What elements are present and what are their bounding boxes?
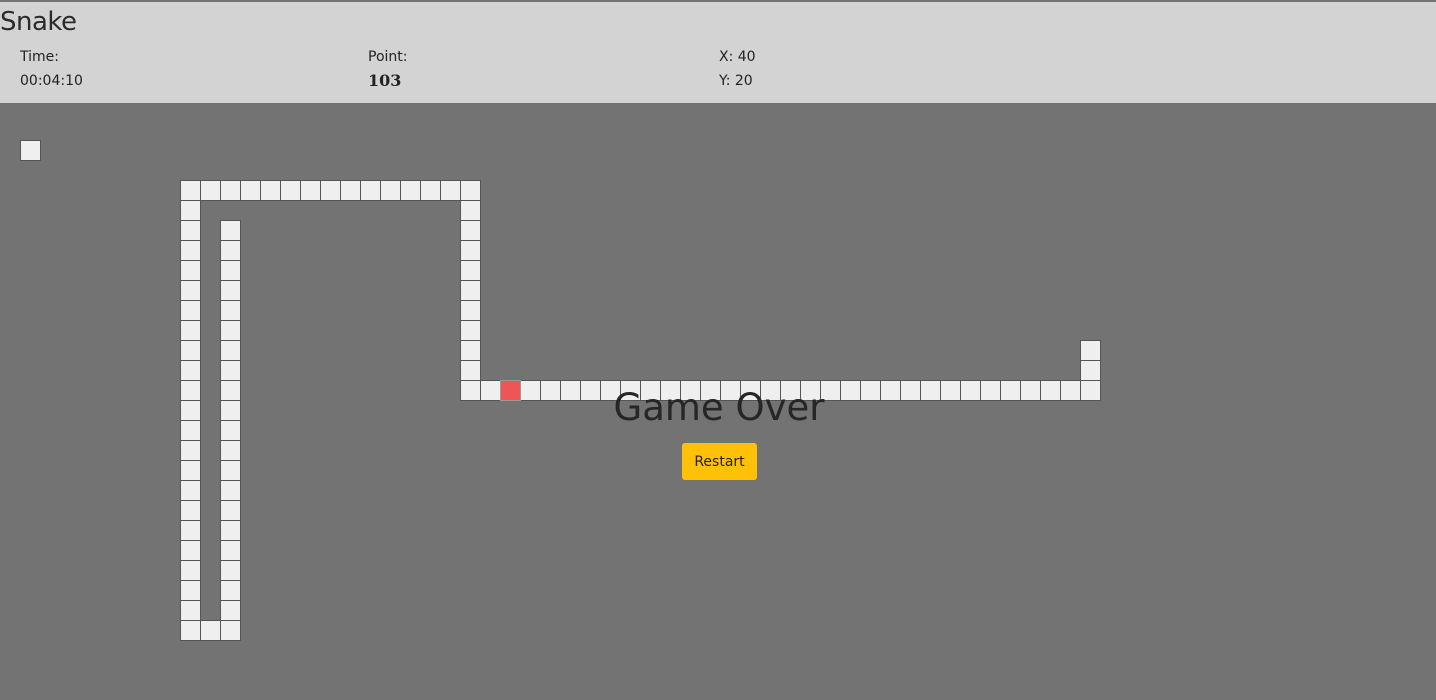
snake-segment <box>460 240 481 261</box>
snake-segment <box>460 260 481 281</box>
snake-segment <box>460 360 481 381</box>
snake-segment <box>180 260 201 281</box>
snake-segment <box>180 220 201 241</box>
snake-segment <box>220 520 241 541</box>
snake-segment <box>180 440 201 461</box>
snake-segment <box>220 300 241 321</box>
snake-segment <box>220 220 241 241</box>
snake-segment <box>220 280 241 301</box>
snake-segment <box>220 340 241 361</box>
snake-segment <box>200 620 221 641</box>
snake-segment <box>220 480 241 501</box>
snake-segment <box>220 540 241 561</box>
snake-segment <box>220 580 241 601</box>
snake-segment <box>180 180 201 201</box>
snake-segment <box>180 500 201 521</box>
snake-segment <box>220 600 241 621</box>
snake-segment <box>180 280 201 301</box>
snake-segment <box>1080 360 1101 381</box>
snake-segment <box>180 460 201 481</box>
snake-segment <box>180 520 201 541</box>
snake-segment <box>220 500 241 521</box>
snake-segment <box>460 280 481 301</box>
point-label: Point: <box>368 49 408 65</box>
stray-cell <box>20 140 41 161</box>
snake-segment <box>440 180 461 201</box>
snake-segment <box>460 180 481 201</box>
snake-segment <box>180 580 201 601</box>
snake-segment <box>180 620 201 641</box>
snake-segment <box>340 180 361 201</box>
restart-button[interactable]: Restart <box>682 443 757 480</box>
snake-segment <box>220 180 241 201</box>
snake-segment <box>220 320 241 341</box>
snake-segment <box>280 180 301 201</box>
snake-head <box>1080 340 1101 361</box>
header-bar: Snake Time: 00:04:10 Point: 103 X: 40 Y:… <box>0 2 1436 103</box>
snake-segment <box>180 560 201 581</box>
snake-segment <box>180 340 201 361</box>
time-label: Time: <box>20 49 59 65</box>
snake-segment <box>180 360 201 381</box>
snake-segment <box>240 180 261 201</box>
snake-segment <box>460 300 481 321</box>
snake-segment <box>200 180 221 201</box>
time-value: 00:04:10 <box>20 73 83 89</box>
snake-segment <box>220 460 241 481</box>
snake-segment <box>220 440 241 461</box>
point-value: 103 <box>368 71 402 90</box>
snake-segment <box>220 240 241 261</box>
snake-segment <box>420 180 441 201</box>
snake-segment <box>460 320 481 341</box>
y-coordinate: Y: 20 <box>719 73 753 89</box>
snake-segment <box>380 180 401 201</box>
snake-segment <box>300 180 321 201</box>
snake-segment <box>220 260 241 281</box>
x-coordinate: X: 40 <box>719 49 756 65</box>
snake-segment <box>180 600 201 621</box>
snake-segment <box>180 240 201 261</box>
snake-segment <box>180 200 201 221</box>
snake-segment <box>360 180 381 201</box>
snake-segment <box>220 360 241 381</box>
game-title: Snake <box>0 7 77 37</box>
snake-segment <box>460 200 481 221</box>
snake-segment <box>180 320 201 341</box>
snake-segment <box>400 180 421 201</box>
snake-segment <box>460 220 481 241</box>
snake-segment <box>180 300 201 321</box>
snake-segment <box>180 480 201 501</box>
snake-segment <box>180 540 201 561</box>
game-over-message: Game Over <box>613 386 825 429</box>
snake-segment <box>320 180 341 201</box>
snake-segment <box>460 340 481 361</box>
snake-segment <box>260 180 281 201</box>
snake-segment <box>220 560 241 581</box>
snake-segment <box>220 620 241 641</box>
